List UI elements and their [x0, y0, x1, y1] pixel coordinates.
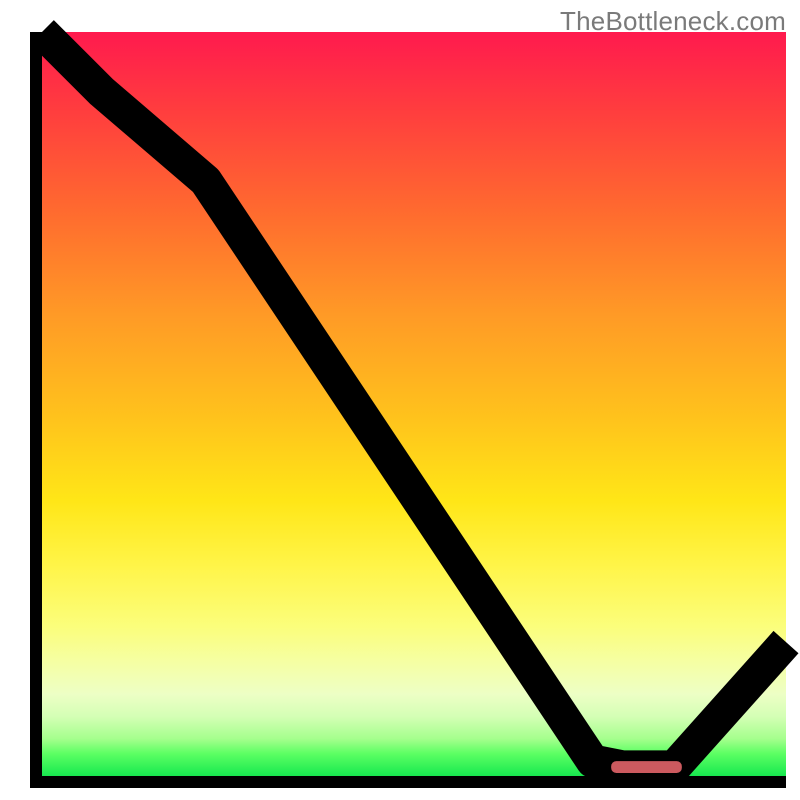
minimum-marker	[611, 761, 682, 773]
curve-line	[42, 32, 786, 767]
chart-svg	[42, 32, 786, 776]
chart-stage: TheBottleneck.com	[0, 0, 800, 800]
plot-area	[30, 32, 786, 788]
